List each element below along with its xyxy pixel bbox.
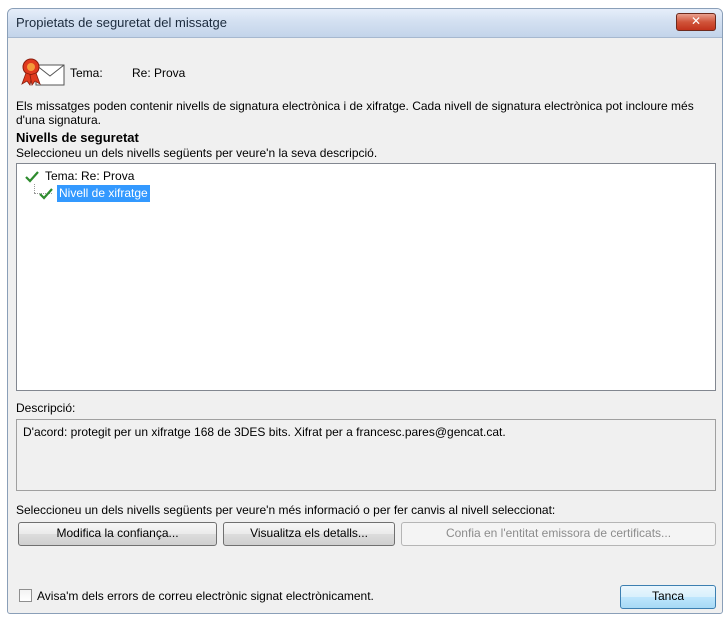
warn-errors-checkbox[interactable] (19, 589, 32, 602)
subject-value: Re: Prova (132, 66, 186, 80)
description-label: Descripció: (16, 401, 76, 415)
trust-ca-button[interactable]: Confia en l'entitat emissora de certific… (401, 522, 716, 546)
check-icon (39, 188, 53, 200)
modify-trust-button[interactable]: Modifica la confiança... (18, 522, 217, 546)
intro-text: Els missatges poden contenir nivells de … (16, 99, 694, 127)
security-levels-heading: Nivells de seguretat (16, 130, 139, 145)
check-icon (25, 171, 39, 183)
tree-item-label: Nivell de xifratge (57, 185, 150, 202)
security-levels-tree[interactable]: Tema: Re: Prova Nivell de xifratge (16, 163, 716, 391)
tree-connector (34, 184, 35, 193)
security-levels-hint: Seleccioneu un dels nivells següents per… (16, 146, 378, 160)
security-properties-dialog: Propietats de seguretat del missatge ✕ T… (7, 8, 723, 614)
view-details-button[interactable]: Visualitza els detalls... (223, 522, 395, 546)
secure-message-icon (20, 57, 66, 87)
description-box: D'acord: protegit per un xifratge 168 de… (16, 419, 716, 491)
warn-errors-label: Avisa'm dels errors de correu electrònic… (37, 589, 374, 603)
close-icon: ✕ (690, 14, 702, 28)
tree-item-label: Tema: Re: Prova (45, 169, 135, 183)
actions-hint: Seleccioneu un dels nivells següents per… (16, 503, 556, 517)
title-bar: Propietats de seguretat del missatge ✕ (8, 9, 722, 38)
close-window-button[interactable]: ✕ (676, 13, 716, 31)
subject-label: Tema: (70, 66, 103, 80)
dialog-title: Propietats de seguretat del missatge (16, 15, 228, 30)
close-button[interactable]: Tanca (620, 585, 716, 609)
